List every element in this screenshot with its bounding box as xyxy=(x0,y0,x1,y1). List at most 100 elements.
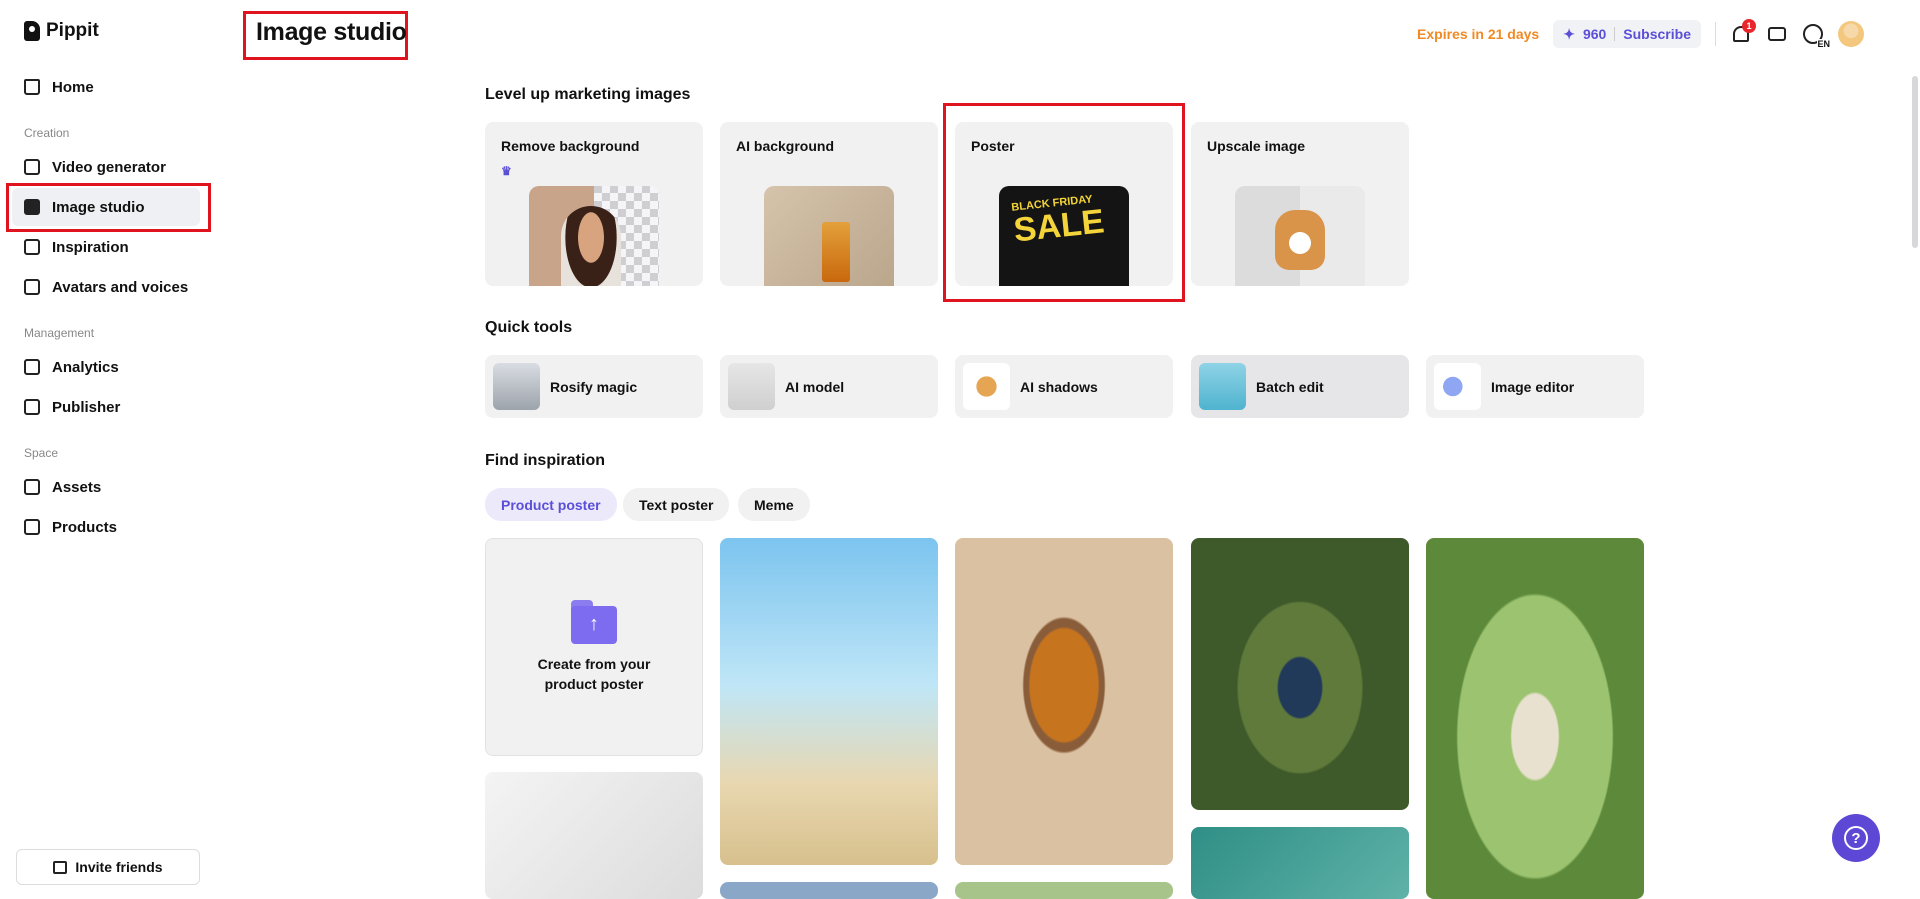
app-name: Pippit xyxy=(46,20,99,41)
notifications-button[interactable]: 1 xyxy=(1730,19,1756,45)
ai-background-thumbnail xyxy=(764,186,894,286)
chip-product-poster[interactable]: Product poster xyxy=(485,488,617,521)
subscribe-link[interactable]: Subscribe xyxy=(1623,26,1691,42)
tool-card-image-editor[interactable]: Image editor xyxy=(1426,355,1644,418)
ai-model-thumbnail xyxy=(728,363,775,410)
chip-meme[interactable]: Meme xyxy=(738,488,810,521)
poster-thumbnail: BLACK FRIDAY SALE xyxy=(999,186,1129,286)
sidebar-item-label: Analytics xyxy=(52,358,119,376)
page-title: Image studio xyxy=(256,18,407,46)
tool-label: Batch edit xyxy=(1256,378,1324,395)
batch-edit-thumbnail xyxy=(1199,363,1246,410)
inspiration-icon xyxy=(24,239,40,255)
sidebar-item-label: Publisher xyxy=(52,398,121,416)
feature-label: Upscale image xyxy=(1207,138,1306,154)
feature-label: Poster xyxy=(971,138,1015,154)
language-button[interactable]: EN xyxy=(1802,23,1830,49)
wallet-icon xyxy=(1768,27,1786,41)
feature-card-poster[interactable]: Poster BLACK FRIDAY SALE xyxy=(955,122,1173,286)
invite-label: Invite friends xyxy=(75,859,163,875)
credits-pill[interactable]: ✦ 960 Subscribe xyxy=(1553,20,1701,48)
app-logo[interactable]: Pippit xyxy=(24,20,99,42)
upload-tile-text: Create from your product poster xyxy=(537,655,651,692)
sidebar-item-label: Avatars and voices xyxy=(52,278,189,296)
sidebar-item-label: Assets xyxy=(52,478,102,496)
sidebar-item-assets[interactable]: Assets xyxy=(12,468,200,506)
image-icon xyxy=(24,199,40,215)
sidebar-item-label: Image studio xyxy=(52,198,145,216)
feature-card-remove-background[interactable]: Remove background ♛ xyxy=(485,122,703,286)
pill-divider xyxy=(1614,27,1616,41)
inspiration-tile-perfume[interactable] xyxy=(955,538,1173,865)
cloud-icon xyxy=(24,479,40,495)
poster-thumbnail-text: BLACK FRIDAY SALE xyxy=(1011,193,1106,249)
avatar-icon xyxy=(24,279,40,295)
sidebar-item-label: Inspiration xyxy=(52,238,129,256)
language-code: EN xyxy=(1817,39,1830,49)
inspiration-tile-partial-1[interactable] xyxy=(720,882,938,899)
inspiration-tile-white-bottle[interactable] xyxy=(485,772,703,899)
tool-card-rosify-magic[interactable]: Rosify magic xyxy=(485,355,703,418)
section-title-quick-tools: Quick tools xyxy=(485,319,573,336)
sidebar-item-home[interactable]: Home xyxy=(12,68,200,106)
sidebar-item-label: Products xyxy=(52,518,118,536)
tool-label: Image editor xyxy=(1491,378,1575,395)
sidebar: Pippit Home Creation Video generator Ima… xyxy=(0,0,214,899)
pippit-logo-icon xyxy=(24,21,40,41)
sidebar-item-analytics[interactable]: Analytics xyxy=(12,348,200,386)
rosify-thumbnail xyxy=(493,363,540,410)
tool-label: AI model xyxy=(785,378,845,395)
header-divider xyxy=(1715,22,1716,46)
question-icon: ? xyxy=(1844,826,1868,850)
calendar-icon xyxy=(24,399,40,415)
sidebar-item-video-generator[interactable]: Video generator xyxy=(12,148,200,186)
gift-icon xyxy=(53,860,68,874)
sidebar-item-publisher[interactable]: Publisher xyxy=(12,388,200,426)
upscale-thumbnail xyxy=(1235,186,1365,286)
inspiration-tile-partial-2[interactable] xyxy=(955,882,1173,899)
feature-label: Remove background xyxy=(501,138,640,154)
sidebar-item-label: Video generator xyxy=(52,158,166,176)
section-title-find-inspiration: Find inspiration xyxy=(485,452,605,469)
feature-label: AI background xyxy=(736,138,835,154)
create-from-poster-tile[interactable]: ↑ Create from your product poster xyxy=(485,538,703,756)
inspiration-tile-teal[interactable] xyxy=(1191,827,1409,899)
section-label-management: Management xyxy=(24,326,95,340)
image-editor-thumbnail xyxy=(1434,363,1481,410)
section-label-creation: Creation xyxy=(24,126,70,140)
tool-label: Rosify magic xyxy=(550,378,638,395)
remove-background-thumbnail xyxy=(529,186,659,286)
crown-icon: ♛ xyxy=(501,164,512,178)
help-button[interactable]: ? xyxy=(1832,814,1880,862)
user-avatar[interactable] xyxy=(1838,21,1864,47)
sidebar-item-image-studio[interactable]: Image studio xyxy=(12,188,200,226)
section-title-level-up: Level up marketing images xyxy=(485,86,691,103)
folder-upload-icon: ↑ xyxy=(571,599,617,644)
chip-text-poster[interactable]: Text poster xyxy=(623,488,730,521)
section-label-space: Space xyxy=(24,446,59,460)
inspiration-tile-drink-can[interactable] xyxy=(720,538,938,865)
feature-card-upscale-image[interactable]: Upscale image xyxy=(1191,122,1409,286)
feature-card-ai-background[interactable]: AI background xyxy=(720,122,938,286)
invite-friends-button[interactable]: Invite friends xyxy=(16,849,200,885)
sidebar-item-label: Home xyxy=(52,78,94,96)
sidebar-item-avatars-voices[interactable]: Avatars and voices xyxy=(12,268,200,306)
inspiration-tile-pump-bottle[interactable] xyxy=(1426,538,1644,899)
video-icon xyxy=(24,159,40,175)
tool-card-ai-shadows[interactable]: AI shadows xyxy=(955,355,1173,418)
tool-card-ai-model[interactable]: AI model xyxy=(720,355,938,418)
tool-card-batch-edit[interactable]: Batch edit xyxy=(1191,355,1409,418)
chart-icon xyxy=(24,359,40,375)
wallet-button[interactable] xyxy=(1766,23,1788,45)
ai-shadows-thumbnail xyxy=(963,363,1010,410)
header-actions: Expires in 21 days ✦ 960 Subscribe 1 EN xyxy=(1417,19,1864,49)
inspiration-tile-serum[interactable] xyxy=(1191,538,1409,810)
spark-icon: ✦ xyxy=(1563,25,1575,42)
box-icon xyxy=(24,519,40,535)
sidebar-item-inspiration[interactable]: Inspiration xyxy=(12,228,200,266)
tool-label: AI shadows xyxy=(1020,378,1098,395)
sidebar-item-products[interactable]: Products xyxy=(12,508,200,546)
home-icon xyxy=(24,79,40,95)
page-scrollbar[interactable] xyxy=(1912,76,1918,248)
trial-expiry-text[interactable]: Expires in 21 days xyxy=(1417,26,1539,42)
